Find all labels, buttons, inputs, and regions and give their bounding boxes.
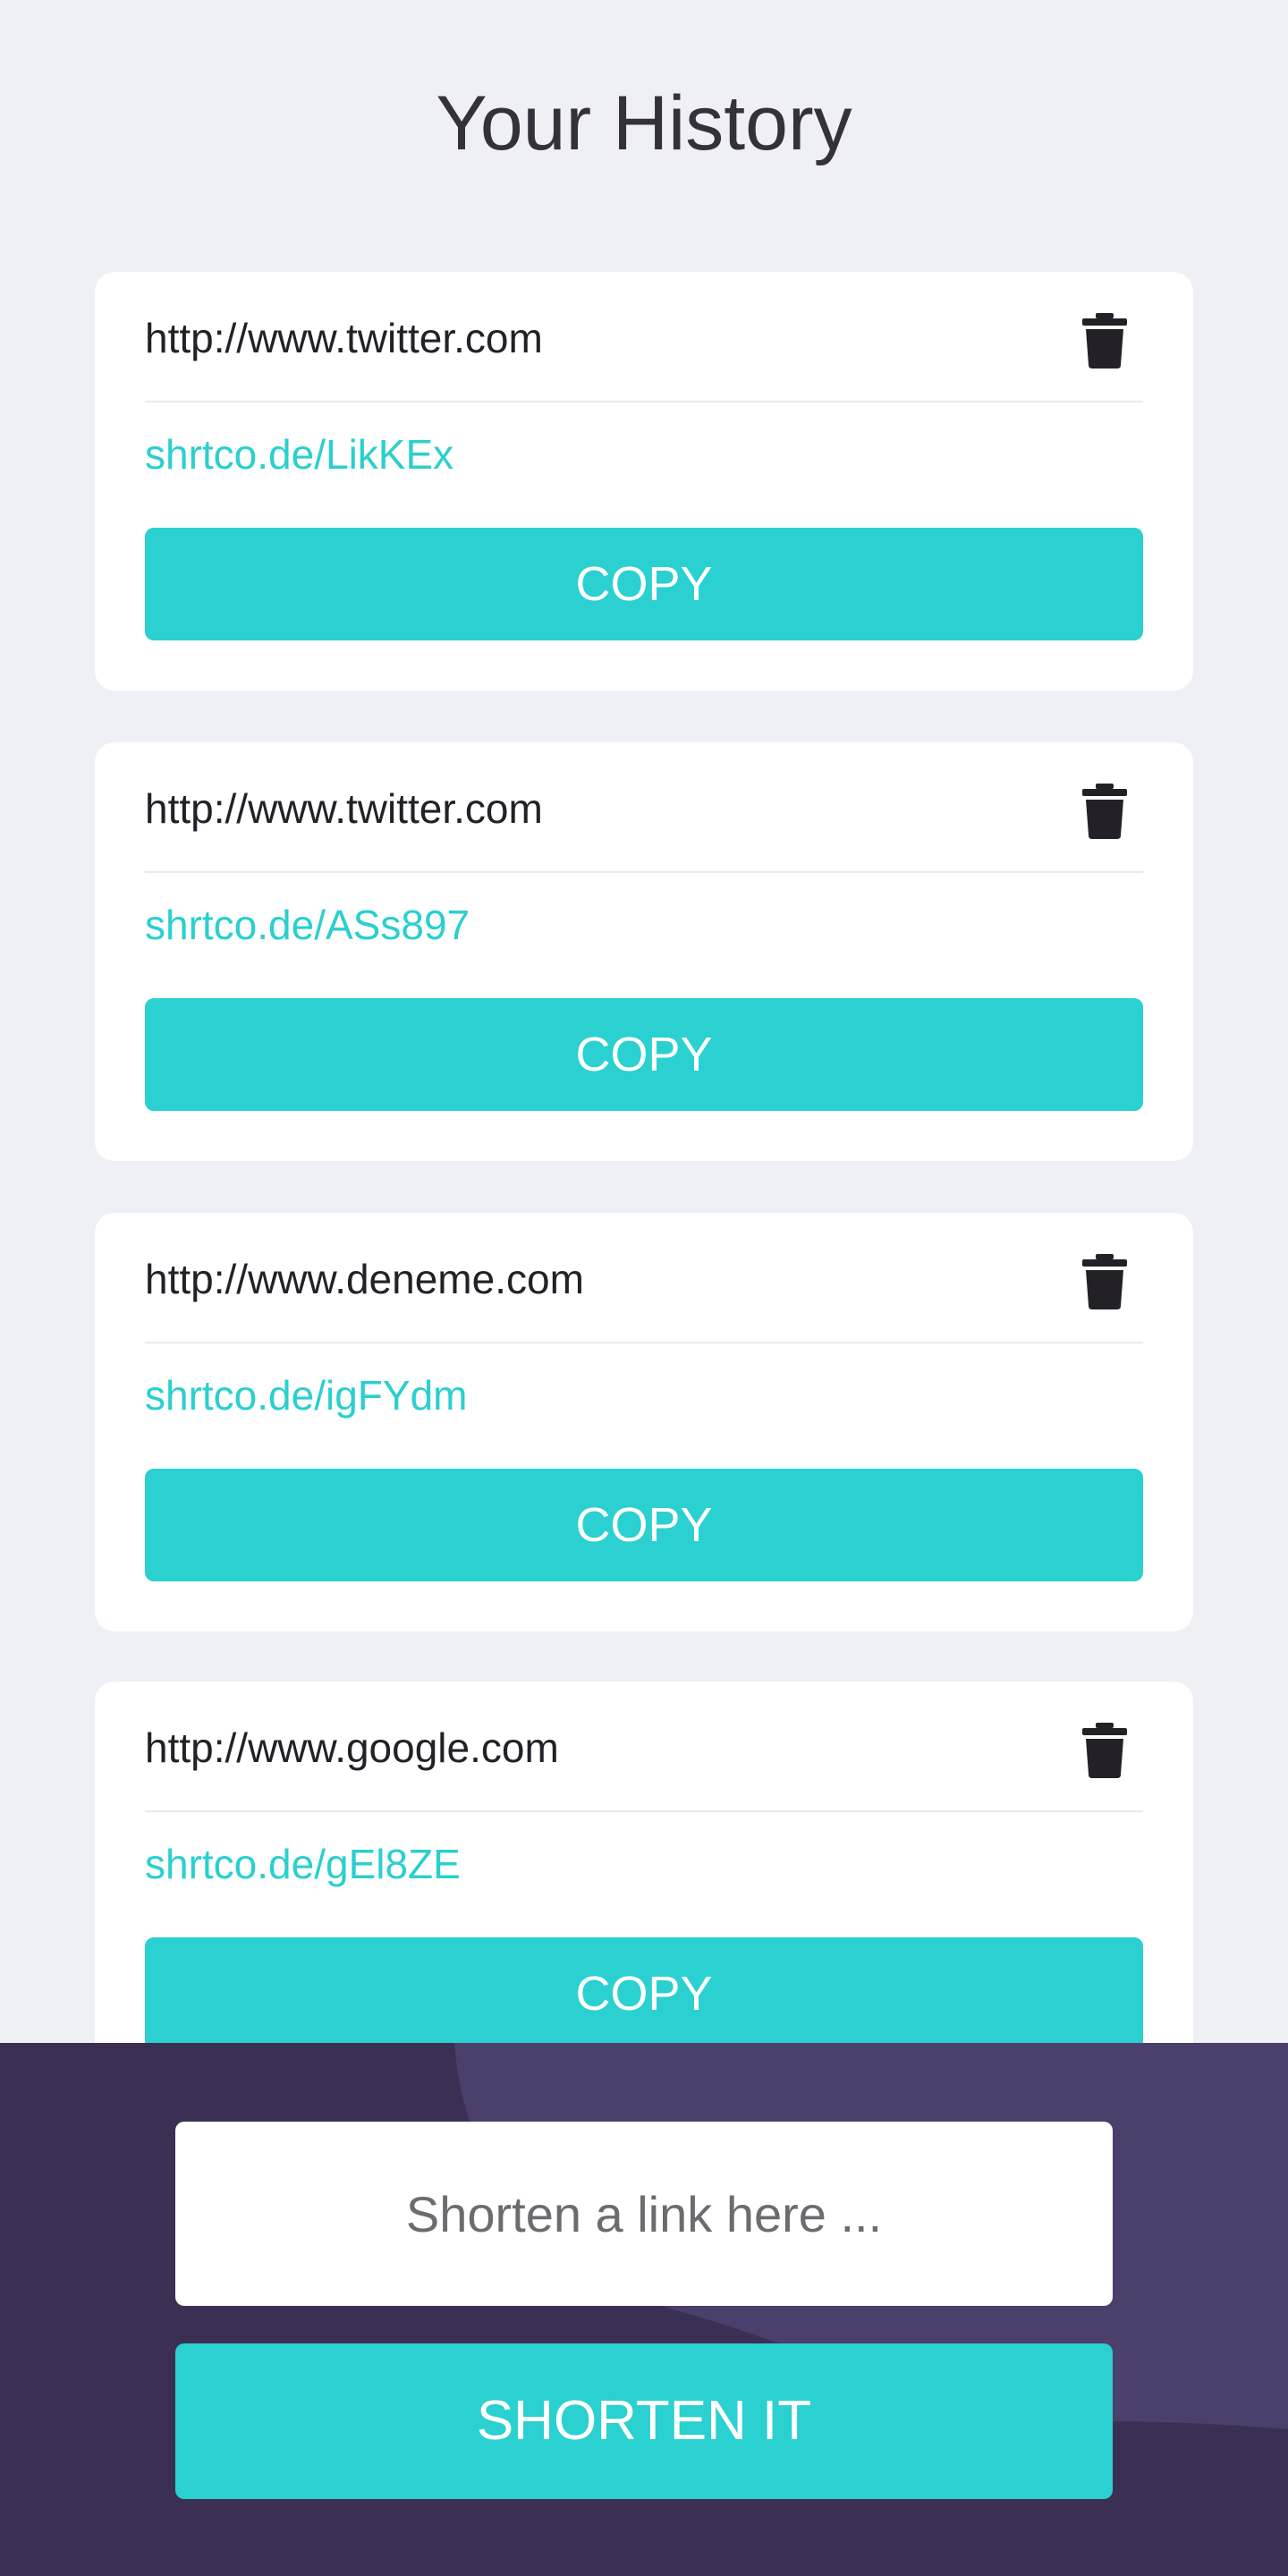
history-card-header: http://www.twitter.com: [145, 742, 1143, 873]
history-card-header: http://www.twitter.com: [145, 272, 1143, 402]
shorten-panel: SHORTEN IT: [0, 2043, 1288, 2576]
history-page: Your History http://www.twitter.com shrt…: [0, 0, 1288, 2576]
trash-icon[interactable]: [1082, 784, 1127, 839]
short-url[interactable]: shrtco.de/ASs897: [145, 902, 470, 948]
trash-icon[interactable]: [1082, 313, 1127, 369]
history-card: http://www.deneme.com shrtco.de/igFYdm C…: [95, 1213, 1193, 1631]
page-title: Your History: [436, 80, 852, 166]
history-card-header: http://www.deneme.com: [145, 1213, 1143, 1343]
copy-button[interactable]: COPY: [145, 528, 1143, 640]
trash-icon[interactable]: [1082, 1254, 1127, 1309]
short-url[interactable]: shrtco.de/LikKEx: [145, 431, 453, 478]
original-url: http://www.twitter.com: [145, 785, 543, 832]
history-card-header: http://www.google.com: [145, 1682, 1143, 1812]
copy-button[interactable]: COPY: [145, 1937, 1143, 2050]
short-url[interactable]: shrtco.de/gEl8ZE: [145, 1841, 461, 1887]
original-url: http://www.google.com: [145, 1724, 559, 1771]
trash-icon[interactable]: [1082, 1723, 1127, 1778]
original-url: http://www.deneme.com: [145, 1256, 584, 1302]
shorten-link-input[interactable]: [175, 2122, 1113, 2306]
copy-button[interactable]: COPY: [145, 998, 1143, 1111]
shorten-it-button[interactable]: SHORTEN IT: [175, 2343, 1113, 2499]
short-url[interactable]: shrtco.de/igFYdm: [145, 1372, 467, 1419]
original-url: http://www.twitter.com: [145, 315, 543, 361]
history-card: http://www.twitter.com shrtco.de/ASs897 …: [95, 742, 1193, 1161]
history-card: http://www.google.com shrtco.de/gEl8ZE C…: [95, 1682, 1193, 2100]
copy-button[interactable]: COPY: [145, 1469, 1143, 1581]
history-card: http://www.twitter.com shrtco.de/LikKEx …: [95, 272, 1193, 691]
